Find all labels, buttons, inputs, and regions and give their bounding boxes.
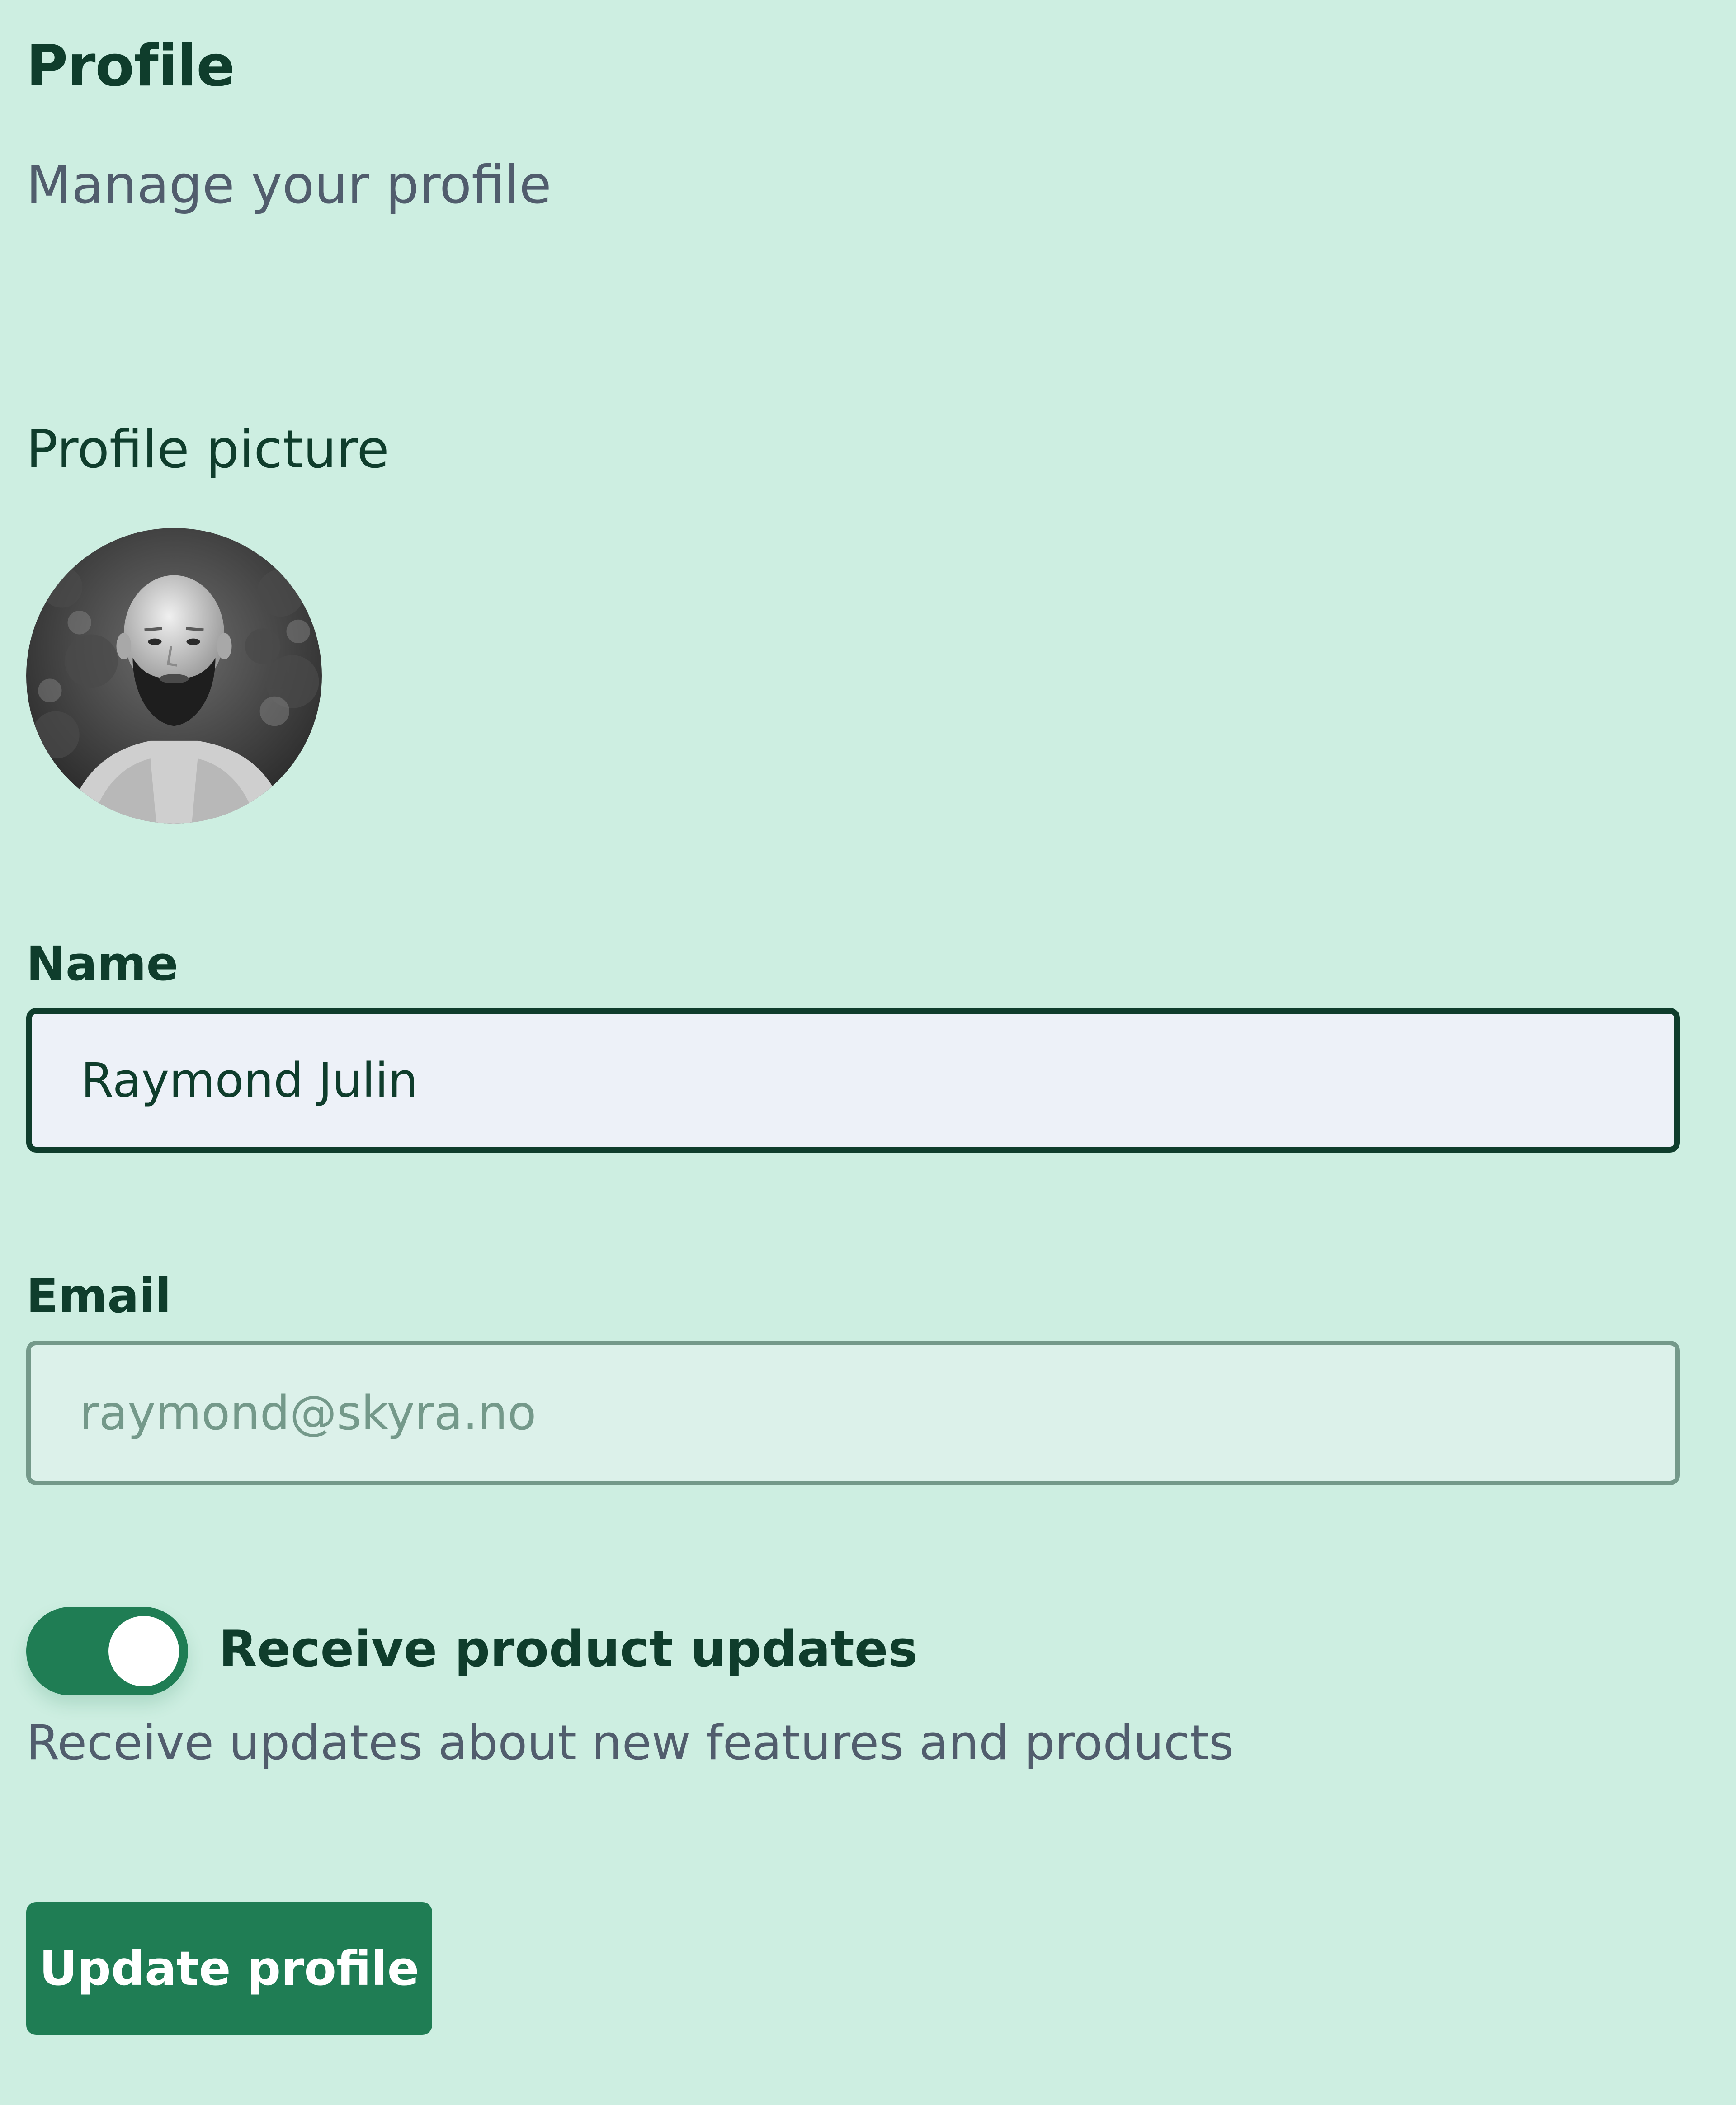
update-profile-button[interactable]: Update profile — [26, 1902, 432, 2035]
email-input[interactable] — [26, 1341, 1680, 1485]
email-label: Email — [26, 1268, 171, 1323]
product-updates-toggle[interactable] — [26, 1607, 188, 1695]
name-label: Name — [26, 936, 179, 991]
product-updates-description: Receive updates about new features and p… — [26, 1715, 1234, 1771]
product-updates-label: Receive product updates — [219, 1620, 918, 1678]
name-input[interactable] — [26, 1008, 1680, 1153]
avatar[interactable] — [26, 528, 322, 824]
toggle-knob — [108, 1616, 179, 1686]
profile-picture-label: Profile picture — [26, 419, 389, 480]
page-subtitle: Manage your profile — [26, 155, 552, 216]
page-title: Profile — [26, 33, 235, 99]
avatar-photo-icon — [26, 528, 322, 824]
